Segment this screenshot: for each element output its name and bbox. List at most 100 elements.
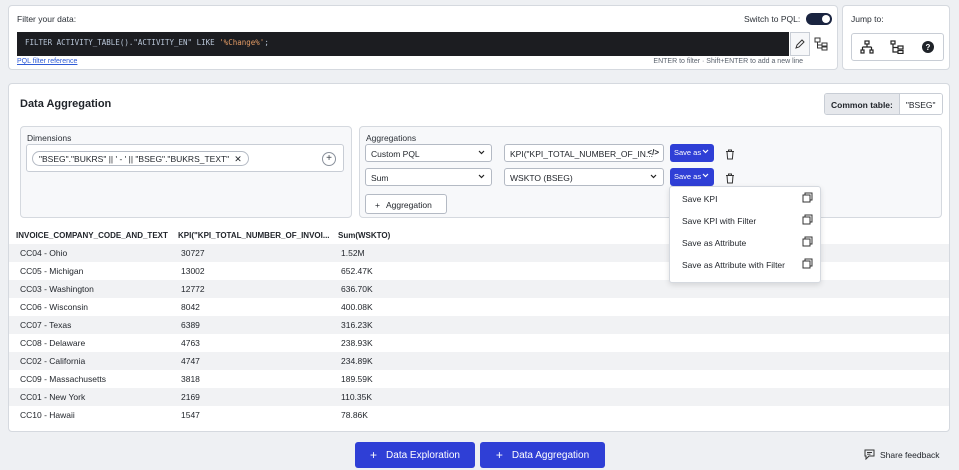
- cell-kpi: 4747: [181, 356, 200, 366]
- table-row: CC10 - Hawaii 1547 78.86K: [9, 406, 949, 424]
- cell-sum: 238.93K: [341, 338, 373, 348]
- add-aggregation-button[interactable]: + Aggregation: [365, 194, 447, 214]
- add-aggregation-label: Aggregation: [385, 200, 432, 210]
- common-table-label: Common table:: [825, 94, 900, 114]
- select-value: Sum: [371, 173, 389, 183]
- share-feedback-link[interactable]: Share feedback: [864, 449, 940, 460]
- cell-kpi: 13002: [181, 266, 205, 276]
- menu-item-save-as-attribute-with-filter[interactable]: Save as Attribute with Filter: [670, 253, 820, 275]
- cell-sum: 1.52M: [341, 248, 365, 258]
- chevron-down-icon: [702, 149, 709, 154]
- cell-kpi: 3818: [181, 374, 200, 384]
- edit-filter-button[interactable]: [790, 32, 810, 56]
- aggregation-function-select[interactable]: Custom PQL: [365, 144, 492, 162]
- column-header[interactable]: Sum(WSKTO): [331, 231, 949, 240]
- cell-company: CC05 - Michigan: [20, 266, 84, 276]
- trash-icon[interactable]: [724, 171, 736, 185]
- page-title: Data Aggregation: [20, 98, 112, 110]
- cell-company: CC10 - Hawaii: [20, 410, 75, 420]
- menu-item-label: Save KPI with Filter: [682, 216, 757, 226]
- filter-tree-button[interactable]: [813, 35, 831, 53]
- data-aggregation-label: Data Aggregation: [511, 449, 590, 461]
- table-row: CC01 - New York 2169 110.35K: [9, 388, 949, 406]
- add-dimension-icon[interactable]: +: [322, 152, 336, 166]
- menu-item-save-as-attribute[interactable]: Save as Attribute: [670, 231, 820, 253]
- cell-sum: 316.23K: [341, 320, 373, 330]
- cell-sum: 78.86K: [341, 410, 368, 420]
- svg-text:?: ?: [925, 43, 930, 52]
- cell-sum: 189.59K: [341, 374, 373, 384]
- aggregation-expression-field[interactable]: KPI("KPI_TOTAL_NUMBER_OF_IN... </>: [504, 144, 664, 162]
- chevron-down-icon: [478, 174, 485, 179]
- common-table-selector[interactable]: Common table: "BSEG": [824, 93, 943, 115]
- dimensions-input[interactable]: "BSEG"."BUKRS" || ' - ' || "BSEG"."BUKRS…: [26, 144, 344, 172]
- save-as-label: Save as: [674, 148, 702, 157]
- feedback-icon: [864, 449, 875, 460]
- pql-filter-editor[interactable]: FILTER ACTIVITY_TABLE()."ACTIVITY_EN" LI…: [17, 32, 789, 56]
- copy-icon: [802, 214, 813, 225]
- pql-toggle[interactable]: [806, 13, 832, 25]
- expression-value: KPI("KPI_TOTAL_NUMBER_OF_IN...: [510, 149, 653, 159]
- cell-company: CC04 - Ohio: [20, 248, 68, 258]
- cell-company: CC09 - Massachusetts: [20, 374, 106, 384]
- add-data-aggregation-button[interactable]: + Data Aggregation: [480, 442, 605, 468]
- cell-sum: 400.08K: [341, 302, 373, 312]
- aggregation-function-select[interactable]: Sum: [365, 168, 492, 186]
- menu-item-save-kpi[interactable]: Save KPI: [670, 187, 820, 209]
- menu-item-label: Save KPI: [682, 194, 718, 204]
- save-as-label: Save as: [674, 172, 702, 181]
- cell-kpi: 12772: [181, 284, 205, 294]
- column-header[interactable]: INVOICE_COMPANY_CODE_AND_TEXT: [9, 231, 170, 240]
- cell-kpi: 4763: [181, 338, 200, 348]
- pql-filter-reference-link[interactable]: PQL filter reference: [17, 58, 77, 65]
- trash-icon[interactable]: [724, 147, 736, 161]
- cell-kpi: 2169: [181, 392, 200, 402]
- cell-company: CC01 - New York: [20, 392, 86, 402]
- close-icon[interactable]: ✕: [234, 154, 242, 164]
- cell-sum: 636.70K: [341, 284, 373, 294]
- cell-company: CC03 - Washington: [20, 284, 94, 294]
- jump-to-buttons: ?: [851, 33, 944, 61]
- keyboard-hint: ENTER to filter · Shift+ENTER to add a n…: [653, 58, 803, 65]
- copy-icon: [802, 192, 813, 203]
- column-value: WSKTO (BSEG): [510, 173, 573, 183]
- column-header[interactable]: KPI("KPI_TOTAL_NUMBER_OF_INVOI...: [170, 231, 331, 240]
- menu-item-label: Save as Attribute: [682, 238, 747, 248]
- code-icon[interactable]: </>: [647, 148, 659, 157]
- aggregations-section: Aggregations Custom PQL KPI("KPI_TOTAL_N…: [359, 126, 942, 218]
- common-table-value[interactable]: "BSEG": [899, 94, 942, 114]
- aggregation-column-select[interactable]: WSKTO (BSEG): [504, 168, 664, 186]
- add-data-exploration-button[interactable]: + Data Exploration: [355, 442, 475, 468]
- select-value: Custom PQL: [371, 149, 420, 159]
- plus-icon: +: [495, 448, 503, 462]
- table-row: CC06 - Wisconsin 8042 400.08K: [9, 298, 949, 316]
- cell-company: CC08 - Delaware: [20, 338, 86, 348]
- table-row: CC07 - Texas 6389 316.23K: [9, 316, 949, 334]
- code-suffix: ;: [264, 38, 269, 47]
- dimension-chip[interactable]: "BSEG"."BUKRS" || ' - ' || "BSEG"."BUKRS…: [32, 151, 249, 166]
- pencil-icon: [795, 39, 805, 49]
- filter-panel: Filter your data: Switch to PQL: FILTER …: [8, 5, 838, 70]
- copy-icon: [802, 236, 813, 247]
- cell-kpi: 1547: [181, 410, 200, 420]
- switch-to-pql-label: Switch to PQL:: [744, 14, 801, 24]
- hierarchy-icon[interactable]: [857, 37, 877, 57]
- save-as-button[interactable]: Save as: [670, 144, 714, 162]
- tree-icon[interactable]: [887, 37, 907, 57]
- table-row: CC09 - Massachusetts 3818 189.59K: [9, 370, 949, 388]
- menu-item-save-kpi-with-filter[interactable]: Save KPI with Filter: [670, 209, 820, 231]
- data-exploration-label: Data Exploration: [386, 449, 460, 461]
- save-as-button[interactable]: Save as: [670, 168, 714, 186]
- share-feedback-label: Share feedback: [880, 449, 940, 460]
- cell-company: CC06 - Wisconsin: [20, 302, 89, 312]
- cell-sum: 234.89K: [341, 356, 373, 366]
- aggregations-title: Aggregations: [366, 133, 417, 143]
- filter-label: Filter your data:: [17, 14, 77, 24]
- dimension-chip-label: "BSEG"."BUKRS" || ' - ' || "BSEG"."BUKRS…: [39, 154, 230, 164]
- toggle-knob: [822, 15, 830, 23]
- cell-kpi: 6389: [181, 320, 200, 330]
- dimensions-title: Dimensions: [27, 133, 72, 143]
- plus-icon: +: [375, 200, 380, 210]
- menu-item-label: Save as Attribute with Filter: [682, 260, 785, 270]
- help-icon[interactable]: ?: [918, 37, 938, 57]
